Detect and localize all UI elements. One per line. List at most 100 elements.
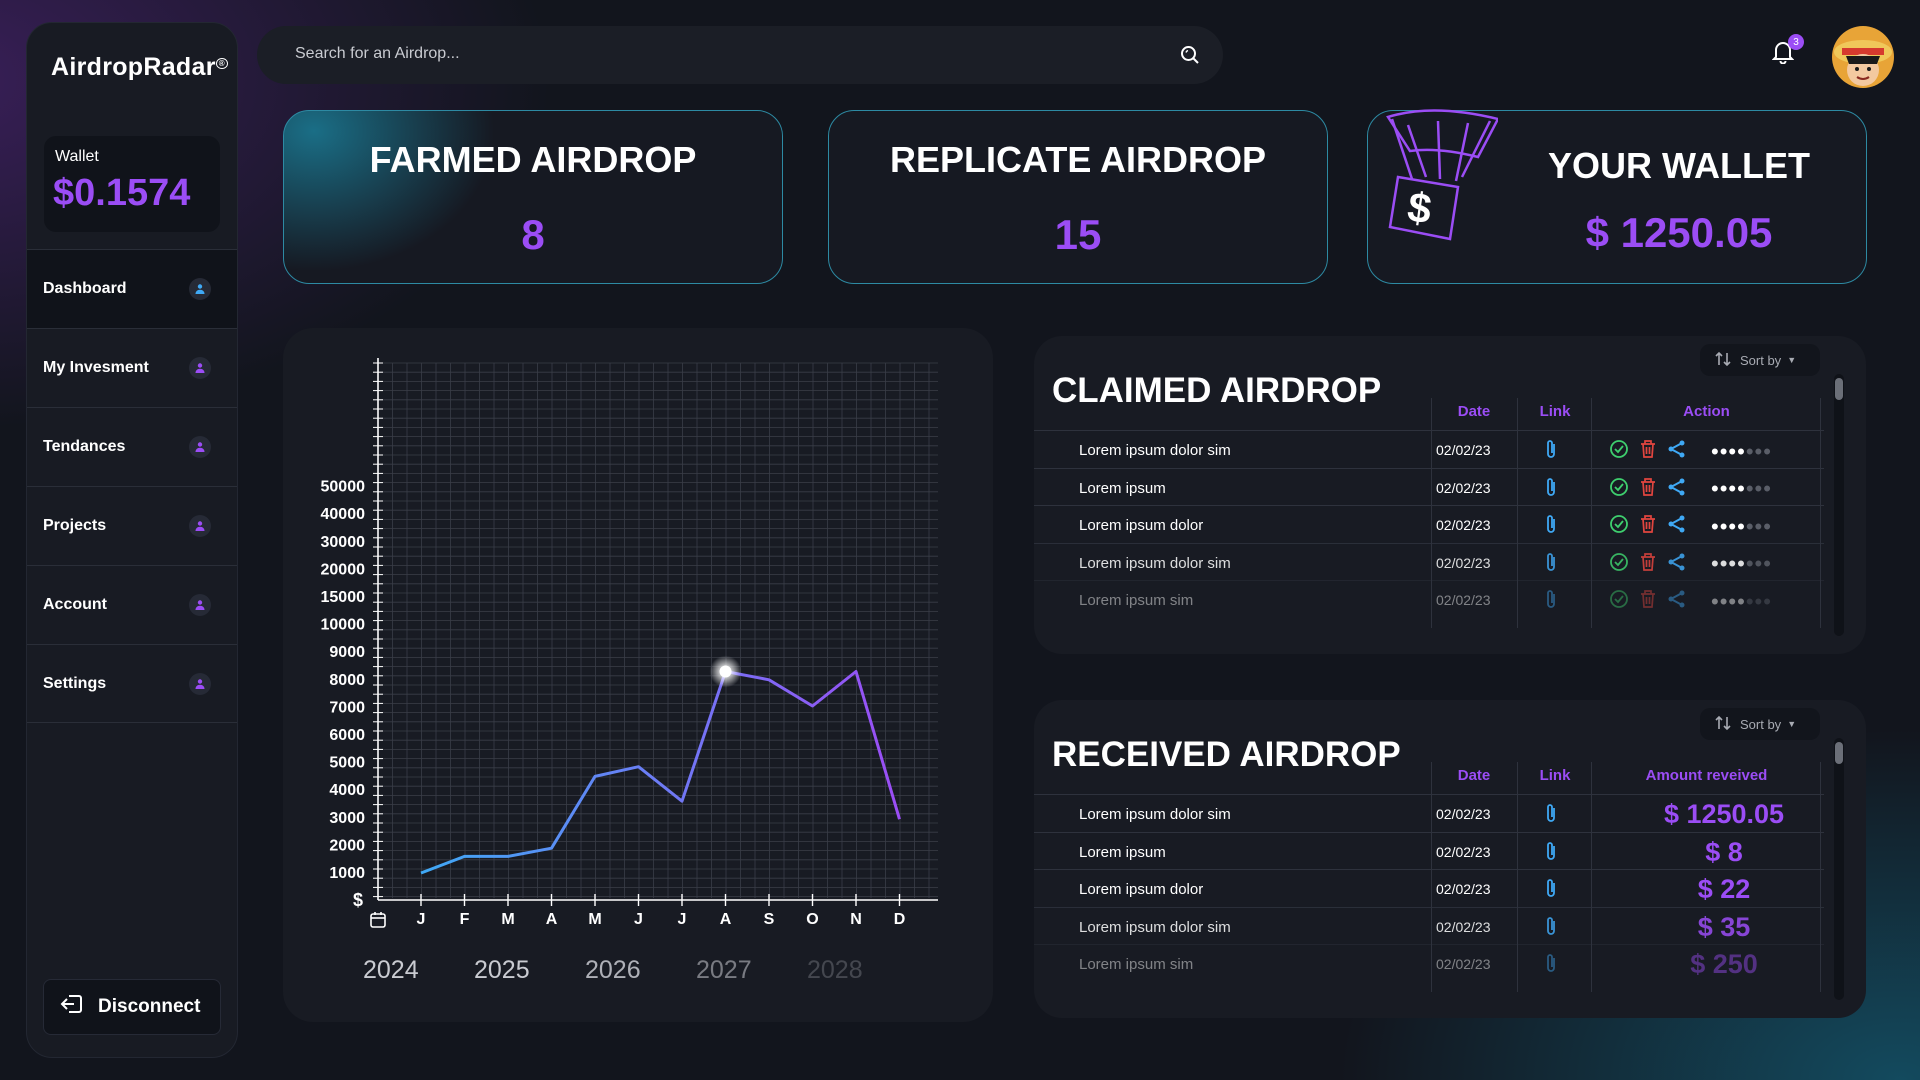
disconnect-button[interactable]: Disconnect bbox=[43, 979, 221, 1035]
column-header-amount[interactable]: Amount reveived bbox=[1594, 767, 1819, 784]
user-icon bbox=[189, 436, 211, 458]
trash-icon[interactable] bbox=[1639, 589, 1657, 614]
progress-dots: ••••••• bbox=[1711, 588, 1772, 614]
year-option[interactable]: 2027 bbox=[696, 956, 807, 985]
column-header-link[interactable]: Link bbox=[1520, 767, 1590, 784]
column-header-date[interactable]: Date bbox=[1434, 403, 1514, 420]
check-circle-icon[interactable] bbox=[1609, 589, 1629, 614]
x-tick-label: S bbox=[764, 911, 775, 928]
avatar[interactable] bbox=[1832, 26, 1894, 88]
row-actions: ••••••• bbox=[1609, 514, 1772, 539]
paperclip-icon[interactable] bbox=[1544, 476, 1558, 503]
share-icon[interactable] bbox=[1667, 552, 1687, 577]
sort-button[interactable]: Sort by ▼ bbox=[1700, 344, 1820, 376]
share-icon[interactable] bbox=[1667, 589, 1687, 614]
paperclip-icon[interactable] bbox=[1544, 840, 1558, 867]
column-header-date[interactable]: Date bbox=[1434, 767, 1514, 784]
sidebar-item-settings[interactable]: Settings bbox=[27, 644, 237, 723]
sidebar-item-label: Settings bbox=[43, 674, 107, 692]
trash-icon[interactable] bbox=[1639, 477, 1657, 502]
share-icon[interactable] bbox=[1667, 514, 1687, 539]
user-icon bbox=[189, 594, 211, 616]
paperclip-icon[interactable] bbox=[1544, 915, 1558, 942]
row-date: 02/02/23 bbox=[1436, 442, 1491, 458]
share-icon[interactable] bbox=[1667, 477, 1687, 502]
table-row[interactable]: Lorem ipsum 02/02/23 $ 8 bbox=[1034, 831, 1824, 870]
sort-label: Sort by bbox=[1740, 352, 1782, 368]
sidebar-item-label: My Invesment bbox=[43, 359, 149, 376]
sidebar-item-tendances[interactable]: Tendances bbox=[27, 407, 237, 486]
trash-icon[interactable] bbox=[1639, 514, 1657, 539]
x-tick-label: A bbox=[720, 911, 732, 928]
table-row[interactable]: Lorem ipsum sim 02/02/23 ••••••• bbox=[1034, 580, 1824, 618]
paperclip-icon[interactable] bbox=[1544, 513, 1558, 540]
sidebar: AirdropRadar ® Wallet $0.1574 Dashboard M… bbox=[26, 22, 238, 1058]
your-wallet-card[interactable]: $ YOUR WALLET $ 1250.05 bbox=[1367, 109, 1867, 284]
trash-icon[interactable] bbox=[1639, 552, 1657, 577]
x-tick-label: M bbox=[501, 911, 514, 928]
search-input[interactable] bbox=[293, 44, 1137, 64]
scrollbar[interactable] bbox=[1834, 738, 1844, 1000]
table-row[interactable]: Lorem ipsum dolor 02/02/23 ••••••• bbox=[1034, 505, 1824, 543]
chevron-down-icon: ▼ bbox=[1787, 355, 1797, 365]
paperclip-icon[interactable] bbox=[1544, 877, 1558, 904]
x-tick-label: F bbox=[460, 911, 470, 928]
sort-button[interactable]: Sort by ▼ bbox=[1700, 708, 1820, 740]
paperclip-icon[interactable] bbox=[1544, 802, 1558, 829]
paperclip-icon[interactable] bbox=[1544, 952, 1558, 979]
paperclip-icon[interactable] bbox=[1544, 588, 1558, 615]
registered-mark: ® bbox=[215, 57, 228, 69]
column-header-action[interactable]: Action bbox=[1594, 403, 1819, 420]
table-row[interactable]: Lorem ipsum sim 02/02/23 $ 250 bbox=[1034, 944, 1824, 982]
progress-dots: ••••••• bbox=[1711, 438, 1772, 464]
highlight-point bbox=[719, 665, 732, 678]
row-date: 02/02/23 bbox=[1436, 918, 1491, 935]
paperclip-icon[interactable] bbox=[1544, 438, 1558, 465]
check-circle-icon[interactable] bbox=[1609, 514, 1629, 539]
scrollbar-thumb[interactable] bbox=[1835, 378, 1843, 400]
row-name: Lorem ipsum sim bbox=[1079, 592, 1194, 609]
sidebar-item-projects[interactable]: Projects bbox=[27, 486, 237, 565]
year-option[interactable]: 2028 bbox=[807, 956, 918, 985]
farmed-airdrop-card[interactable]: FARMED AIRDROP 8 bbox=[283, 110, 783, 284]
year-option[interactable]: 2024 bbox=[363, 956, 474, 985]
check-circle-icon[interactable] bbox=[1609, 477, 1629, 502]
row-date: 02/02/23 bbox=[1436, 956, 1491, 972]
scrollbar[interactable] bbox=[1834, 374, 1844, 636]
sidebar-item-my-invesment[interactable]: My Invesment bbox=[27, 328, 237, 407]
paperclip-icon[interactable] bbox=[1544, 551, 1558, 578]
table-row[interactable]: Lorem ipsum dolor sim 02/02/23 $ 1250.05 bbox=[1034, 794, 1824, 832]
row-amount: $ 22 bbox=[1697, 874, 1751, 904]
card-value: 8 bbox=[521, 211, 545, 258]
row-name: Lorem ipsum dolor sim bbox=[1079, 442, 1231, 459]
year-option[interactable]: 2025 bbox=[474, 956, 585, 985]
sidebar-item-account[interactable]: Account bbox=[27, 565, 237, 644]
check-circle-icon[interactable] bbox=[1609, 439, 1629, 464]
trash-icon[interactable] bbox=[1639, 439, 1657, 464]
user-icon bbox=[189, 673, 211, 695]
table-row[interactable]: Lorem ipsum dolor sim 02/02/23 ••••••• bbox=[1034, 542, 1824, 581]
claimed-airdrop-panel: CLAIMED AIRDROP Sort by ▼ Date Link Acti… bbox=[1034, 336, 1866, 654]
check-circle-icon[interactable] bbox=[1609, 552, 1629, 577]
table-row[interactable]: Lorem ipsum dolor 02/02/23 $ 22 bbox=[1034, 869, 1824, 907]
share-icon[interactable] bbox=[1667, 439, 1687, 464]
sort-icon bbox=[1714, 350, 1732, 371]
table-row[interactable]: Lorem ipsum dolor sim 02/02/23 ••••••• bbox=[1034, 430, 1824, 468]
row-actions: ••••••• bbox=[1609, 552, 1772, 577]
year-option[interactable]: 2026 bbox=[585, 956, 696, 985]
table-row[interactable]: Lorem ipsum 02/02/23 ••••••• bbox=[1034, 467, 1824, 506]
column-header-link[interactable]: Link bbox=[1520, 403, 1590, 420]
sidebar-item-dashboard[interactable]: Dashboard bbox=[27, 249, 237, 328]
row-actions: ••••••• bbox=[1609, 477, 1772, 502]
row-actions: ••••••• bbox=[1609, 439, 1772, 464]
scrollbar-thumb[interactable] bbox=[1835, 742, 1843, 764]
search-icon[interactable] bbox=[1179, 44, 1201, 71]
table-row[interactable]: Lorem ipsum dolor sim 02/02/23 $ 35 bbox=[1034, 906, 1824, 945]
x-tick-label: J bbox=[417, 911, 426, 928]
y-axis-label: $ bbox=[353, 890, 363, 910]
y-tick-label: 4000 bbox=[329, 782, 365, 799]
sidebar-item-label: Projects bbox=[43, 517, 107, 534]
replicate-airdrop-card[interactable]: REPLICATE AIRDROP 15 bbox=[828, 110, 1328, 284]
app-logo[interactable]: AirdropRadar ® bbox=[51, 53, 228, 82]
y-tick-label: 2000 bbox=[329, 837, 365, 854]
